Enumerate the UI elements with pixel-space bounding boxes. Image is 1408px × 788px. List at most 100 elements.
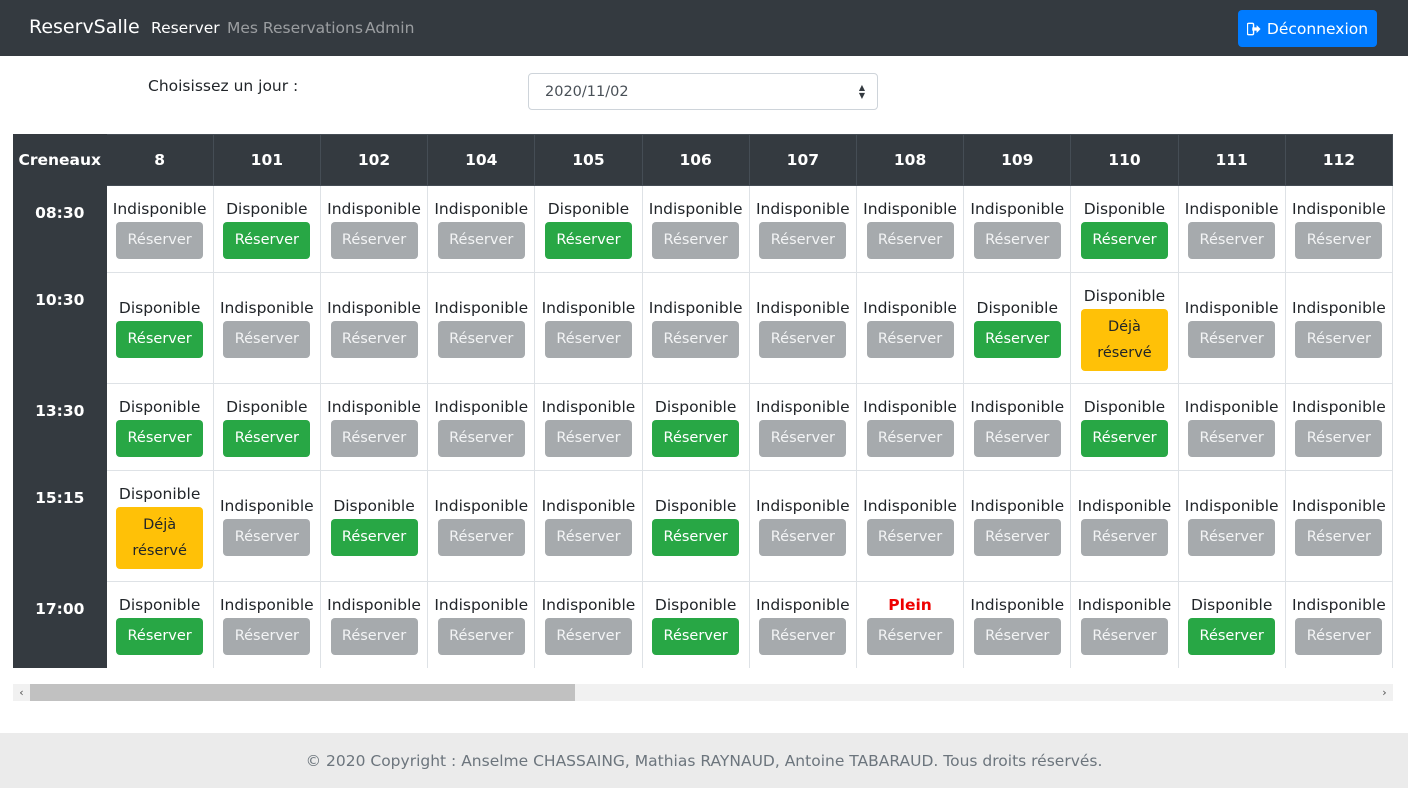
reserve-button[interactable]: Réserver (866, 420, 954, 457)
scrollbar-thumb[interactable] (30, 684, 575, 701)
reserve-button[interactable]: Réserver (116, 222, 204, 259)
reserve-button[interactable]: Réserver (1295, 321, 1383, 358)
reserve-button[interactable]: Réserver (330, 519, 418, 556)
reserve-button[interactable]: Réserver (1080, 222, 1168, 259)
reserve-button[interactable]: Réserver (330, 618, 418, 655)
reserve-button[interactable]: Réserver (973, 519, 1061, 556)
reserve-button[interactable]: Réserver (866, 222, 954, 259)
reserve-button[interactable]: Réserver (544, 420, 632, 457)
reserve-button[interactable]: Réserver (544, 321, 632, 358)
day-select[interactable]: 2020/11/02 ▲ ▼ (528, 73, 878, 110)
reserve-button[interactable]: Réserver (866, 519, 954, 556)
availability-status: Indisponible (327, 596, 421, 614)
reserve-button[interactable]: Réserver (437, 618, 525, 655)
nav-link-mes-reservations[interactable]: Mes Reservations (227, 19, 363, 37)
room-slot-cell: Indisponible Réserver (319, 272, 429, 384)
reserve-button[interactable]: Réserver (544, 618, 632, 655)
availability-status: Disponible (654, 398, 737, 416)
room-slot-cell: Disponible Réserver (319, 470, 429, 582)
availability-status: Indisponible (648, 299, 743, 317)
nav-link-reserver[interactable]: Reserver (151, 19, 220, 37)
reserve-button[interactable]: Réserver (116, 618, 204, 655)
room-slot-cell: Plein Réserver (855, 581, 965, 668)
availability-status: Indisponible (1292, 200, 1386, 218)
column-header-room: 111 (1177, 134, 1286, 186)
reserve-button[interactable]: Réserver (652, 519, 740, 556)
availability-status: Disponible (333, 497, 415, 515)
reserve-button[interactable]: Réserver (330, 321, 418, 358)
select-caret-icon: ▲ ▼ (858, 83, 865, 100)
room-slot-cell: Indisponible Réserver (855, 185, 965, 273)
reserve-button[interactable]: Réserver (1295, 420, 1383, 457)
availability-status: Indisponible (970, 596, 1065, 614)
room-slot-cell: Indisponible Réserver (641, 272, 750, 384)
reserve-button[interactable]: Réserver (973, 618, 1061, 655)
reserve-button[interactable]: Réserver (1080, 618, 1168, 655)
reserve-button[interactable]: Réserver (330, 222, 418, 259)
room-slot-cell: Disponible Réserver (1070, 185, 1179, 273)
reserve-button[interactable]: Réserver (437, 420, 525, 457)
reserve-button[interactable]: Réserver (973, 420, 1061, 457)
reserve-button[interactable]: Réserver (1188, 321, 1276, 358)
availability-status: Indisponible (755, 299, 850, 317)
already-reserved-button[interactable]: Déjà réservé (1080, 308, 1168, 371)
reserve-button[interactable]: Réserver (437, 222, 525, 259)
reserve-button[interactable]: Réserver (759, 321, 847, 358)
nav-link-admin[interactable]: Admin (365, 19, 414, 37)
already-reserved-button[interactable]: Déjà réservé (116, 506, 204, 569)
room-slot-cell: Disponible Réserver (534, 185, 643, 273)
room-slot-cell: Indisponible Réserver (641, 185, 750, 273)
reserve-button[interactable]: Réserver (652, 321, 740, 358)
room-slot-cell: Indisponible Réserver (963, 581, 1072, 668)
time-slot-label: 15:15 (13, 470, 107, 582)
reserve-button[interactable]: Réserver (437, 519, 525, 556)
reserve-button[interactable]: Réserver (223, 618, 311, 655)
reserve-button[interactable]: Réserver (544, 519, 632, 556)
room-slot-cell: Disponible Réserver (641, 383, 750, 471)
reserve-button[interactable]: Réserver (1188, 618, 1276, 655)
reserve-button[interactable]: Réserver (544, 222, 632, 259)
room-slot-cell: Disponible Réserver (1070, 383, 1179, 471)
reserve-button[interactable]: Réserver (437, 321, 525, 358)
availability-status: Indisponible (434, 200, 529, 218)
room-slot-cell: Indisponible Réserver (427, 185, 536, 273)
reserve-button[interactable]: Réserver (1080, 519, 1168, 556)
reserve-button[interactable]: Réserver (652, 618, 740, 655)
reserve-button[interactable]: Réserver (759, 420, 847, 457)
reserve-button[interactable]: Réserver (1295, 519, 1383, 556)
room-slot-cell: Indisponible Réserver (748, 383, 857, 471)
reserve-button[interactable]: Réserver (652, 222, 740, 259)
reserve-button[interactable]: Réserver (759, 618, 847, 655)
horizontal-scrollbar[interactable]: ‹ › (13, 684, 1393, 701)
reserve-button[interactable]: Réserver (973, 222, 1061, 259)
scroll-left-icon[interactable]: ‹ (13, 684, 30, 701)
reserve-button[interactable]: Réserver (866, 618, 954, 655)
reserve-button[interactable]: Réserver (1188, 222, 1276, 259)
reserve-button[interactable]: Réserver (652, 420, 740, 457)
column-header-room: 110 (1070, 134, 1179, 186)
reserve-button[interactable]: Réserver (1295, 222, 1383, 259)
reserve-button[interactable]: Réserver (223, 222, 311, 259)
reserve-button[interactable]: Réserver (116, 420, 204, 457)
availability-status: Indisponible (219, 596, 314, 614)
reserve-button[interactable]: Réserver (116, 321, 204, 358)
availability-status: Indisponible (327, 398, 421, 416)
reserve-button[interactable]: Réserver (330, 420, 418, 457)
reserve-button[interactable]: Réserver (223, 321, 311, 358)
reserve-button[interactable]: Réserver (759, 519, 847, 556)
availability-status: Indisponible (863, 299, 957, 317)
room-slot-cell: Indisponible Réserver (1070, 581, 1179, 668)
reserve-button[interactable]: Réserver (223, 519, 311, 556)
reserve-button[interactable]: Réserver (973, 321, 1061, 358)
scroll-right-icon[interactable]: › (1376, 684, 1393, 701)
reserve-button[interactable]: Réserver (1188, 519, 1276, 556)
reserve-button[interactable]: Réserver (1295, 618, 1383, 655)
logout-button[interactable]: Déconnexion (1238, 10, 1377, 47)
reserve-button[interactable]: Réserver (1080, 420, 1168, 457)
reserve-button[interactable]: Réserver (866, 321, 954, 358)
sign-out-icon (1246, 22, 1261, 35)
brand-logo[interactable]: ReservSalle (29, 16, 140, 38)
reserve-button[interactable]: Réserver (223, 420, 311, 457)
reserve-button[interactable]: Réserver (759, 222, 847, 259)
reserve-button[interactable]: Réserver (1188, 420, 1276, 457)
